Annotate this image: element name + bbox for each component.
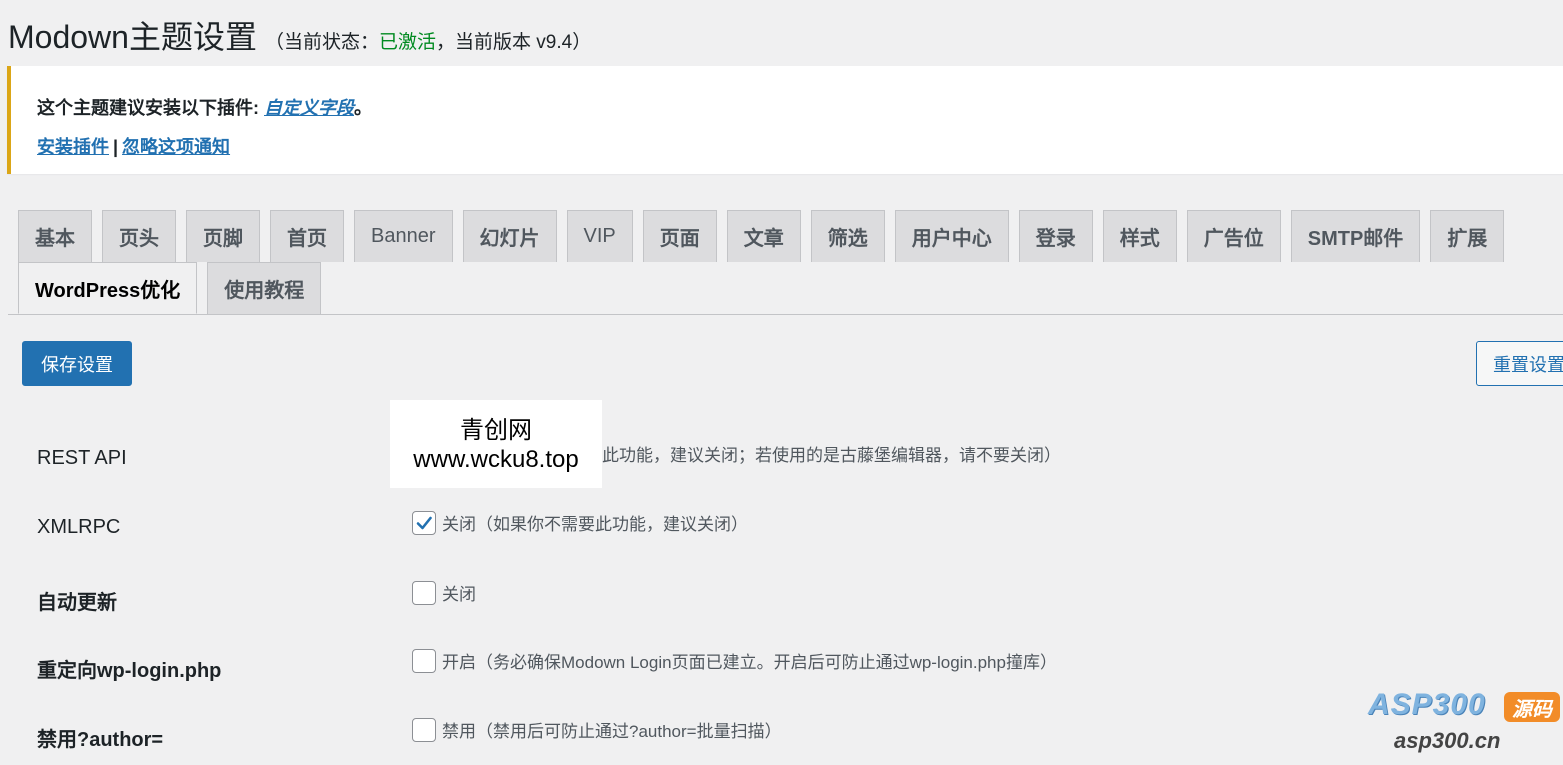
notice-actions: 安装插件 | 忽略这项通知 (37, 137, 231, 157)
setting-label: 重定向wp-login.php (37, 660, 222, 682)
setting-field: 禁用（禁用后可防止通过?author=批量扫描） (412, 717, 782, 742)
page-title: Modown主题设置 （当前状态：已激活，当前版本 v9.4） (8, 12, 591, 58)
setting-description: 关闭（如果你不需要此功能，建议关闭） (442, 515, 748, 534)
logo-brand: ASP300 (1368, 688, 1486, 721)
tab-item[interactable]: 使用教程 (207, 262, 322, 314)
theme-status-active: 已激活 (378, 32, 436, 53)
tab-item[interactable]: 页面 (642, 210, 717, 262)
setting-description: 禁用（禁用后可防止通过?author=批量扫描） (442, 722, 782, 741)
install-plugins-link[interactable]: 安装插件 (37, 137, 109, 157)
tab-item[interactable]: 筛选 (810, 210, 885, 262)
setting-checkbox[interactable] (412, 648, 436, 673)
plugin-link[interactable]: 自定义字段 (264, 98, 354, 118)
setting-checkbox[interactable] (412, 717, 436, 742)
watermark-line-1: 青创网 (460, 417, 532, 444)
tab-item[interactable]: SMTP邮件 (1290, 210, 1421, 262)
logo-badge: 源码 (1504, 692, 1560, 722)
checkmark-icon (416, 516, 432, 529)
setting-checkbox[interactable] (412, 510, 436, 535)
tab-item[interactable]: 扩展 (1430, 210, 1505, 262)
close-icon[interactable] (1559, 86, 1563, 100)
save-settings-button[interactable]: 保存设置 (22, 341, 132, 386)
setting-checkbox[interactable] (412, 580, 436, 605)
tab-item[interactable]: 用户中心 (894, 210, 1009, 262)
plugin-notice: 这个主题建议安装以下插件: 自定义字段。 安装插件 | 忽略这项通知 (7, 66, 1563, 174)
theme-status-meta: （当前状态：已激活，当前版本 v9.4） (264, 32, 592, 53)
tab-item[interactable]: 基本 (18, 210, 92, 262)
tabs-divider (8, 314, 1563, 315)
notice-message: 这个主题建议安装以下插件: 自定义字段。 (37, 98, 372, 118)
setting-description: 关闭 (442, 585, 476, 604)
watermark-box: 青创网 www.wcku8.top (390, 400, 602, 488)
setting-field: 关闭（如果你不需要此功能，建议关闭） (412, 510, 748, 535)
tab-item[interactable]: WordPress优化 (18, 262, 198, 314)
tab-item[interactable]: Banner (354, 210, 453, 262)
setting-description: 开启（务必确保Modown Login页面已建立。开启后可防止通过wp-logi… (442, 653, 1057, 672)
tab-item[interactable]: 幻灯片 (462, 210, 557, 262)
settings-tabs-row-2: WordPress优化 使用教程 (18, 262, 331, 314)
tab-item[interactable]: 页脚 (186, 210, 260, 262)
reset-settings-button[interactable]: 重置设置 (1476, 341, 1563, 386)
tab-item[interactable]: VIP (566, 210, 633, 262)
watermark-line-2: www.wcku8.top (413, 446, 579, 473)
asp300-logo: ASP300 源码 asp300.cn (1368, 688, 1563, 758)
setting-label: XMLRPC (37, 516, 121, 538)
setting-field: 关闭 (412, 580, 476, 605)
settings-tabs-row-1: 基本 页头 页脚 首页 Banner 幻灯片 VIP 页面 文章 筛选 用户中心 登录 样式 广告位 SMT… (18, 210, 1514, 262)
tab-item[interactable]: 样式 (1102, 210, 1177, 262)
setting-label: REST API (37, 447, 127, 469)
tab-item[interactable]: 首页 (270, 210, 344, 262)
page-title-text: Modown主题设置 (8, 19, 257, 55)
tab-item[interactable]: 文章 (726, 210, 801, 262)
setting-label: 禁用?author= (37, 729, 164, 751)
tab-item[interactable]: 广告位 (1186, 210, 1281, 262)
setting-label: 自动更新 (37, 592, 117, 614)
dismiss-notice-link[interactable]: 忽略这项通知 (122, 137, 230, 157)
tab-item[interactable]: 登录 (1018, 210, 1093, 262)
logo-url: asp300.cn (1394, 728, 1501, 753)
setting-field: 开启（务必确保Modown Login页面已建立。开启后可防止通过wp-logi… (412, 648, 1057, 673)
setting-description: 此功能，建议关闭；若使用的是古藤堡编辑器，请不要关闭） (602, 446, 1061, 465)
tab-item[interactable]: 页头 (102, 210, 176, 262)
